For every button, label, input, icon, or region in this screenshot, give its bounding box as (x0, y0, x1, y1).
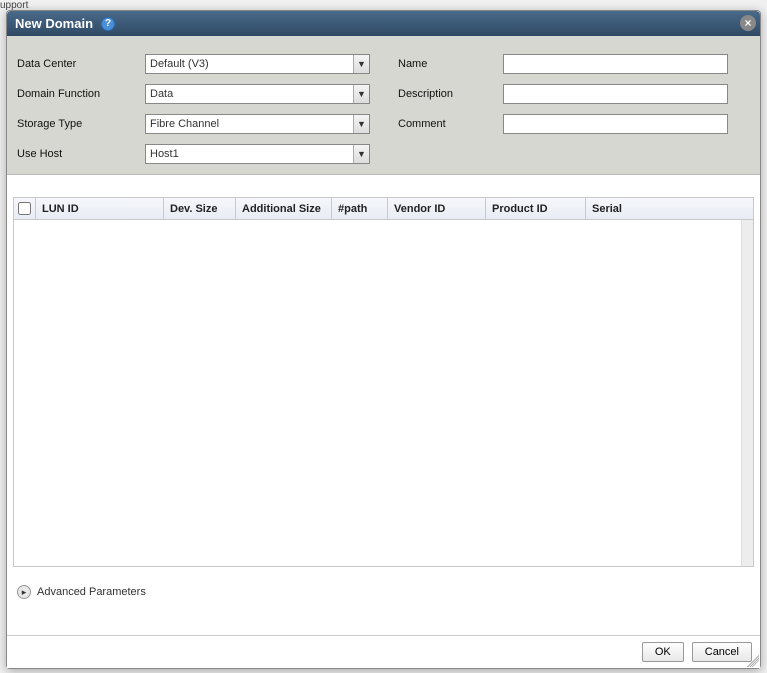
name-field[interactable] (503, 54, 728, 74)
close-icon[interactable]: × (740, 15, 756, 31)
dialog-title: New Domain (15, 16, 93, 31)
chevron-down-icon: ▼ (353, 85, 369, 103)
label-name: Name (398, 58, 503, 70)
column-dev-size[interactable]: Dev. Size (164, 198, 236, 219)
chevron-down-icon: ▼ (353, 115, 369, 133)
row-name: Name (398, 54, 728, 74)
comment-field[interactable] (503, 114, 728, 134)
form-area: Data Center Default (V3) ▼ Domain Functi… (7, 36, 760, 174)
label-description: Description (398, 88, 503, 100)
row-data-center: Data Center Default (V3) ▼ (17, 54, 370, 74)
select-data-center[interactable]: Default (V3) ▼ (145, 54, 370, 74)
description-field[interactable] (503, 84, 728, 104)
advanced-parameters-row: ▸ Advanced Parameters (13, 585, 754, 599)
row-use-host: Use Host Host1 ▼ (17, 144, 370, 164)
dialog-titlebar: New Domain ? × (7, 11, 760, 36)
chevron-down-icon: ▼ (353, 145, 369, 163)
vertical-scrollbar[interactable] (741, 220, 753, 566)
advanced-parameters-label[interactable]: Advanced Parameters (37, 586, 146, 598)
expand-icon[interactable]: ▸ (17, 585, 31, 599)
label-use-host: Use Host (17, 148, 145, 160)
label-data-center: Data Center (17, 58, 145, 70)
column-serial[interactable]: Serial (586, 198, 753, 219)
lun-table: LUN ID Dev. Size Additional Size #path V… (13, 197, 754, 567)
row-description: Description (398, 84, 728, 104)
row-domain-function: Domain Function Data ▼ (17, 84, 370, 104)
body-area: LUN ID Dev. Size Additional Size #path V… (7, 174, 760, 635)
form-right-column: Name Description Comment (398, 54, 728, 164)
label-storage-type: Storage Type (17, 118, 145, 130)
dialog-footer: OK Cancel (7, 635, 760, 668)
select-use-host[interactable]: Host1 ▼ (145, 144, 370, 164)
new-domain-dialog: New Domain ? × Data Center Default (V3) … (6, 10, 761, 669)
select-all-checkbox[interactable] (18, 202, 31, 215)
select-storage-type-value: Fibre Channel (150, 118, 219, 130)
label-comment: Comment (398, 118, 503, 130)
cancel-button[interactable]: Cancel (692, 642, 752, 662)
select-domain-function[interactable]: Data ▼ (145, 84, 370, 104)
help-icon[interactable]: ? (101, 17, 115, 31)
column-product-id[interactable]: Product ID (486, 198, 586, 219)
table-header: LUN ID Dev. Size Additional Size #path V… (14, 198, 753, 220)
ok-button[interactable]: OK (642, 642, 684, 662)
row-comment: Comment (398, 114, 728, 134)
chevron-down-icon: ▼ (353, 55, 369, 73)
resize-grip-icon[interactable] (747, 655, 759, 667)
column-path[interactable]: #path (332, 198, 388, 219)
column-checkbox (14, 198, 36, 219)
select-domain-function-value: Data (150, 88, 173, 100)
column-additional-size[interactable]: Additional Size (236, 198, 332, 219)
column-lun-id[interactable]: LUN ID (36, 198, 164, 219)
select-storage-type[interactable]: Fibre Channel ▼ (145, 114, 370, 134)
form-left-column: Data Center Default (V3) ▼ Domain Functi… (17, 54, 370, 164)
select-use-host-value: Host1 (150, 148, 179, 160)
column-vendor-id[interactable]: Vendor ID (388, 198, 486, 219)
row-storage-type: Storage Type Fibre Channel ▼ (17, 114, 370, 134)
label-domain-function: Domain Function (17, 88, 145, 100)
select-data-center-value: Default (V3) (150, 58, 209, 70)
table-body (14, 220, 753, 566)
